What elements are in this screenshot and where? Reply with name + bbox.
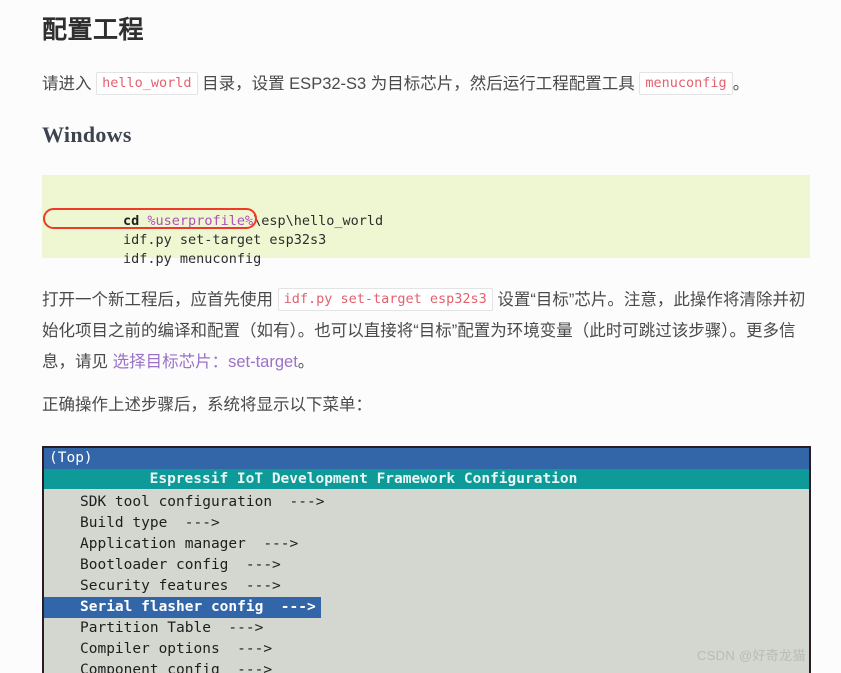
- terminal-title: Espressif IoT Development Framework Conf…: [44, 469, 809, 489]
- code-token-plain: \esp\hello_world: [253, 213, 384, 229]
- menu-item[interactable]: Security features --->: [44, 576, 809, 597]
- code-token-plain: idf.py set-target esp32s3: [123, 232, 327, 248]
- intro-text-2: 目录，设置 ESP32-S3 为目标芯片，然后运行工程配置工具: [202, 75, 635, 93]
- terminal-menu-list[interactable]: SDK tool configuration ---> Build type -…: [44, 492, 809, 673]
- watermark: CSDN @好奇龙猫: [697, 648, 806, 663]
- menuconfig-terminal[interactable]: (Top) Espressif IoT Development Framewor…: [42, 446, 811, 673]
- page-root: 配置工程 请进入 hello_world 目录，设置 ESP32-S3 为目标芯…: [0, 0, 841, 673]
- intro-paragraph: 请进入 hello_world 目录，设置 ESP32-S3 为目标芯片，然后运…: [42, 68, 832, 100]
- menu-item-selected[interactable]: Serial flasher config --->: [44, 597, 321, 618]
- menu-item[interactable]: Compiler options --->: [44, 639, 809, 660]
- code-token-variable: %userprofile%: [147, 213, 254, 229]
- link-set-target[interactable]: 选择目标芯片：set-target: [113, 353, 298, 371]
- shell-code-block: cd %userprofile%\esp\hello_world idf.py …: [42, 175, 810, 267]
- code-lines: cd %userprofile%\esp\hello_world idf.py …: [58, 193, 383, 267]
- code-token-keyword: cd: [123, 213, 148, 229]
- body-text-1: 打开一个新工程后，应首先使用: [42, 291, 273, 309]
- menu-item[interactable]: Partition Table --->: [44, 618, 809, 639]
- tail-paragraph: 正确操作上述步骤后，系统将显示以下菜单：: [42, 396, 372, 414]
- body-paragraph: 打开一个新工程后，应首先使用 idf.py set-target esp32s3…: [42, 284, 817, 378]
- inline-code-set-target: idf.py set-target esp32s3: [277, 288, 493, 311]
- code-line: cd %userprofile%\esp\hello_world: [58, 193, 383, 229]
- terminal-topbar-label: (Top): [44, 448, 809, 469]
- body-text-3: 。: [297, 353, 315, 371]
- intro-text-1: 请进入: [42, 75, 92, 93]
- menu-item[interactable]: Bootloader config --->: [44, 555, 809, 576]
- inline-code-hello-world: hello_world: [96, 72, 198, 95]
- menu-item[interactable]: Component config --->: [44, 660, 809, 673]
- page-title: 配置工程: [42, 15, 145, 44]
- intro-text-3: 。: [732, 75, 750, 93]
- menu-item[interactable]: Build type --->: [44, 513, 809, 534]
- code-token-plain: idf.py menuconfig: [123, 251, 262, 267]
- section-heading-windows: Windows: [42, 122, 132, 147]
- menu-item[interactable]: SDK tool configuration --->: [44, 492, 809, 513]
- menu-item[interactable]: Application manager --->: [44, 534, 809, 555]
- inline-code-menuconfig: menuconfig: [639, 72, 733, 95]
